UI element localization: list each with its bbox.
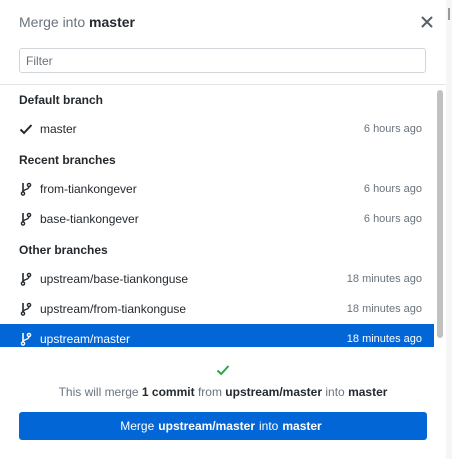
dialog-title: Merge into master: [19, 14, 135, 30]
summary-from: from: [197, 385, 222, 399]
branch-row-from-tiankongever[interactable]: from-tiankongever 6 hours ago: [0, 174, 434, 204]
branch-icon: [20, 332, 32, 346]
close-icon: [421, 16, 433, 28]
branch-row-upstream-base-tiankonguse[interactable]: upstream/base-tiankonguse 18 minutes ago: [0, 264, 434, 294]
summary-count: 1 commit: [141, 385, 195, 399]
branch-icon: [20, 302, 32, 316]
merge-summary: This will merge 1 commit from upstream/m…: [0, 385, 446, 399]
title-branch: master: [89, 14, 135, 30]
branch-name: upstream/master: [40, 332, 131, 346]
merge-button-source: upstream/master: [158, 419, 255, 433]
branch-row-base-tiankongever[interactable]: base-tiankongever 6 hours ago: [0, 204, 434, 234]
group-header-other: Other branches: [19, 243, 108, 257]
check-icon: [19, 124, 33, 135]
title-prefix: Merge into: [19, 14, 86, 30]
branch-row-upstream-from-tiankonguse[interactable]: upstream/from-tiankonguse 18 minutes ago: [0, 294, 434, 324]
group-header-default: Default branch: [19, 93, 104, 107]
branch-name: upstream/base-tiankonguse: [40, 272, 189, 286]
branch-time: 18 minutes ago: [346, 273, 422, 285]
window-edge-mark: [448, 8, 450, 20]
branch-time: 6 hours ago: [363, 213, 422, 225]
summary-into: into: [325, 385, 345, 399]
merge-button-into: into: [259, 419, 279, 433]
branch-name: base-tiankongever: [40, 212, 139, 226]
branch-icon: [20, 272, 32, 286]
branch-time: 6 hours ago: [363, 183, 422, 195]
scrollbar-thumb[interactable]: [437, 90, 443, 338]
branch-time: 6 hours ago: [363, 123, 422, 135]
branch-name: upstream/from-tiankonguse: [40, 302, 187, 316]
merge-dialog: Merge into master Default branch master …: [0, 0, 446, 459]
merge-button[interactable]: Merge upstream/master into master: [19, 412, 427, 440]
summary-target-branch: master: [348, 385, 388, 399]
group-header-recent: Recent branches: [19, 153, 116, 167]
branch-row-master[interactable]: master 6 hours ago: [0, 114, 434, 144]
dialog-header: Merge into master: [0, 0, 446, 85]
close-button[interactable]: [417, 12, 437, 32]
merge-button-prefix: Merge: [120, 419, 155, 433]
summary-source-branch: upstream/master: [225, 385, 323, 399]
branch-time: 18 minutes ago: [346, 303, 422, 315]
filter-input[interactable]: [19, 48, 426, 73]
branch-icon: [20, 182, 32, 196]
merge-button-target: master: [282, 419, 322, 433]
check-icon: [216, 365, 230, 376]
branch-row-upstream-master[interactable]: upstream/master 18 minutes ago: [0, 324, 434, 347]
summary-prefix: This will merge: [58, 385, 139, 399]
branch-name: from-tiankongever: [40, 182, 137, 196]
branch-list: Default branch master 6 hours ago Recent…: [0, 85, 446, 347]
branch-name: master: [40, 122, 77, 136]
branch-time: 18 minutes ago: [346, 333, 422, 345]
window-edge: [446, 0, 452, 459]
branch-icon: [20, 212, 32, 226]
